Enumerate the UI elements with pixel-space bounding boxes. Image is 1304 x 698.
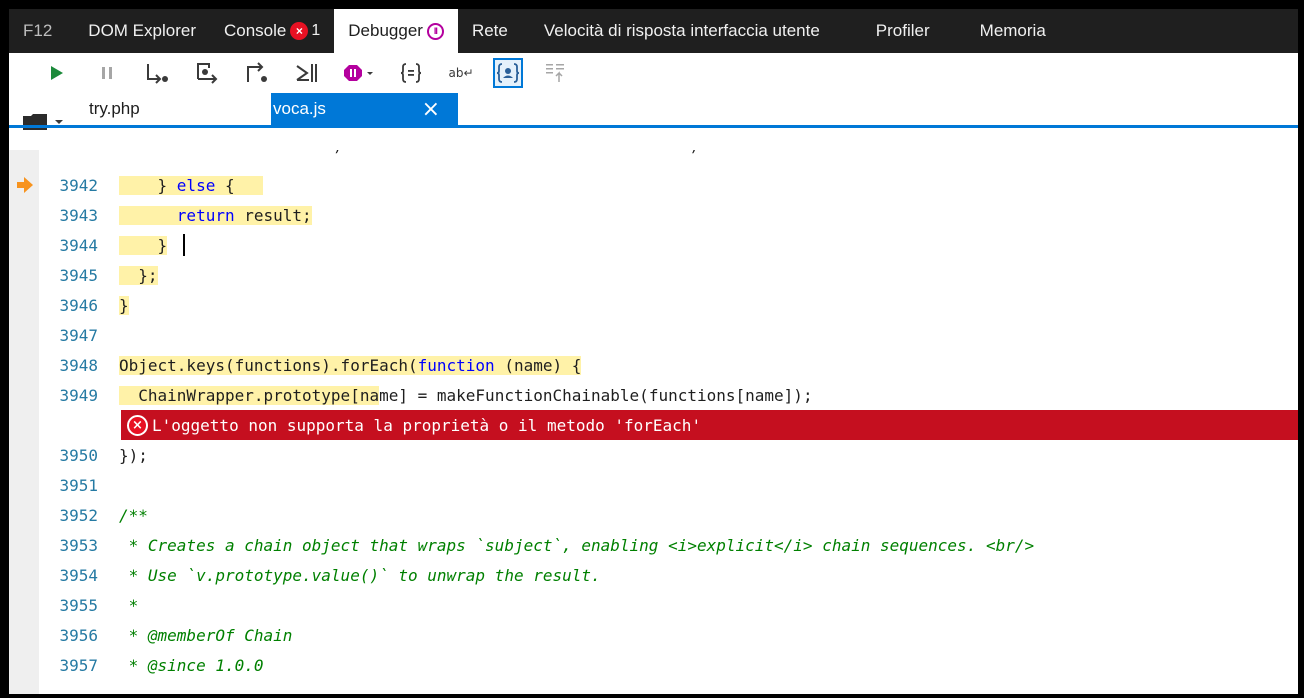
code-line[interactable]: 3946 } <box>9 290 1298 320</box>
tab-underline <box>9 125 1298 128</box>
line-source: } <box>119 295 129 315</box>
line-source: * Creates a chain object that wraps `sub… <box>119 535 1035 555</box>
play-icon <box>51 66 63 80</box>
code-line[interactable]: 3953 * Creates a chain object that wraps… <box>9 530 1298 560</box>
line-number: 3956 <box>59 625 98 645</box>
tab-debugger[interactable]: Debugger II <box>334 9 458 53</box>
line-number: 3957 <box>59 655 98 675</box>
code-line[interactable]: 3943 return result; <box>9 200 1298 230</box>
code-line[interactable]: 3942 } else { <box>9 170 1298 200</box>
error-circle-icon: × <box>127 414 148 436</box>
f12-developer-tools: F12 DOM Explorer Console × 1 Debugger II… <box>9 9 1298 694</box>
line-number: 3950 <box>59 445 98 465</box>
code-line[interactable]: 3951 <box>9 470 1298 500</box>
code-line[interactable]: 3945 }; <box>9 260 1298 290</box>
pretty-print-icon <box>400 63 422 83</box>
just-my-code-button[interactable] <box>493 58 523 88</box>
exception-message: L'oggetto non supporta la proprietà o il… <box>152 415 702 435</box>
line-number: 3949 <box>59 385 98 405</box>
line-number: 3948 <box>59 355 98 375</box>
text-caret <box>183 234 185 256</box>
source-map-icon <box>546 64 564 82</box>
f12-label: F12 <box>23 21 53 40</box>
code-line[interactable]: 3956 * @memberOf Chain <box>9 620 1298 650</box>
step-into-button[interactable] <box>139 57 175 89</box>
line-number: 3951 <box>59 475 98 495</box>
line-source: /** <box>119 505 148 525</box>
code-line[interactable]: 3957 * @since 1.0.0 <box>9 650 1298 680</box>
step-out-icon <box>247 62 267 82</box>
error-icon: × <box>290 22 309 40</box>
code-line[interactable]: 3947 <box>9 320 1298 350</box>
line-source: * <box>119 595 139 615</box>
code-editor[interactable]: ) ) 3942 } else { 3943 return result; 39… <box>9 150 1298 694</box>
source-map-button[interactable] <box>537 57 573 89</box>
current-statement-arrow-icon <box>17 177 33 193</box>
step-over-icon <box>197 63 218 84</box>
pretty-print-button[interactable] <box>393 57 429 89</box>
tab-ui-responsiveness[interactable]: Velocità di risposta interfaccia utente <box>530 9 834 53</box>
line-source: }); <box>119 445 148 465</box>
code-line[interactable]: 3949 ChainWrapper.prototype[name] = make… <box>9 380 1298 410</box>
folder-icon <box>23 114 63 130</box>
line-number: 3954 <box>59 565 98 585</box>
exception-message-bar: × L'oggetto non supporta la proprietà o i… <box>121 410 1298 440</box>
line-source: return result; <box>119 205 312 225</box>
break-all-button[interactable] <box>89 57 125 89</box>
tab-memoria[interactable]: Memoria <box>966 9 1060 53</box>
tab-profiler[interactable]: Profiler <box>862 9 944 53</box>
close-icon[interactable]: × <box>422 97 440 122</box>
continue-button[interactable] <box>39 57 75 89</box>
debugger-toolbar: ab↵ <box>9 53 1298 93</box>
line-number: 3955 <box>59 595 98 615</box>
line-source: } else { <box>119 175 263 195</box>
code-line[interactable]: 3955 * <box>9 590 1298 620</box>
line-source: Object.keys(functions).forEach(function … <box>119 355 582 375</box>
console-error-count: 1 <box>311 22 321 39</box>
file-tabs: try.php voca.js × <box>9 93 1298 151</box>
line-number: 3953 <box>59 535 98 555</box>
break-on-exceptions-icon <box>344 65 373 81</box>
break-on-exceptions-button[interactable] <box>339 57 379 89</box>
code-line[interactable]: 3948 Object.keys(functions).forEach(func… <box>9 350 1298 380</box>
step-over-button[interactable] <box>189 57 225 89</box>
file-tab-try-php[interactable]: try.php <box>89 93 271 125</box>
break-new-worker-icon <box>296 64 317 82</box>
line-source: }; <box>119 265 158 285</box>
tab-console[interactable]: Console × 1 <box>210 9 334 53</box>
line-number: 3945 <box>59 265 98 285</box>
line-source: * @memberOf Chain <box>119 625 293 645</box>
code-line[interactable]: 3952 /** <box>9 500 1298 530</box>
line-number: 3952 <box>59 505 98 525</box>
code-line[interactable]: 3954 * Use `v.prototype.value()` to unwr… <box>9 560 1298 590</box>
line-source: * Use `v.prototype.value()` to unwrap th… <box>119 565 601 585</box>
code-line[interactable]: 3944 } <box>9 230 1298 260</box>
word-wrap-icon: ab↵ <box>448 65 474 80</box>
tab-dom-explorer[interactable]: DOM Explorer <box>74 9 210 53</box>
file-tab-voca-js[interactable]: voca.js × <box>271 93 458 125</box>
open-document-button[interactable] <box>9 93 89 151</box>
step-into-icon <box>147 64 168 84</box>
code-line[interactable]: 3950 }); <box>9 440 1298 470</box>
clipped-line: ) ) <box>121 150 821 158</box>
line-number: 3947 <box>59 325 98 345</box>
break-on-new-worker-button[interactable] <box>289 57 325 89</box>
menu-bar: F12 DOM Explorer Console × 1 Debugger II… <box>9 9 1298 53</box>
step-out-button[interactable] <box>239 57 275 89</box>
line-number: 3946 <box>59 295 98 315</box>
line-number: 3943 <box>59 205 98 225</box>
paused-icon: II <box>426 22 444 40</box>
pause-icon <box>102 67 112 79</box>
tab-rete[interactable]: Rete <box>458 9 522 53</box>
line-source: * @since 1.0.0 <box>119 655 264 675</box>
line-number: 3944 <box>59 235 98 255</box>
word-wrap-button[interactable]: ab↵ <box>443 57 479 89</box>
just-my-code-icon <box>497 63 519 83</box>
line-source: ChainWrapper.prototype[name] = makeFunct… <box>119 385 813 405</box>
line-source: } <box>119 235 168 255</box>
